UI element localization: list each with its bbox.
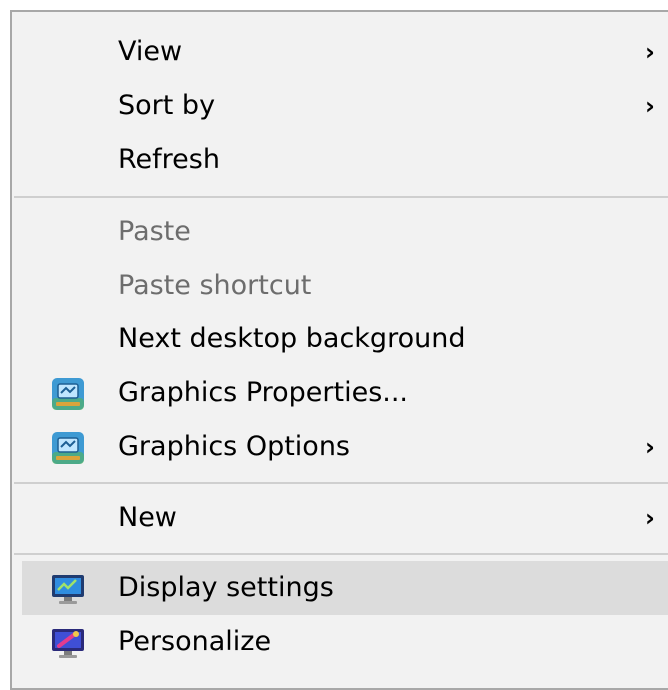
chevron-right-icon: ›: [645, 504, 655, 532]
menu-item-label: Personalize: [118, 626, 272, 657]
chevron-right-icon: ›: [645, 38, 655, 66]
chevron-right-icon: ›: [645, 433, 655, 461]
menu-item-label: New: [118, 502, 177, 533]
menu-item-label: Paste: [118, 216, 191, 247]
menu-item-sort-by[interactable]: Sort by ›: [22, 79, 668, 133]
menu-item-refresh[interactable]: Refresh: [22, 133, 668, 187]
desktop-context-menu: View › Sort by › Refresh Paste Paste sho…: [10, 10, 668, 690]
menu-item-label: Next desktop background: [118, 323, 466, 354]
menu-item-paste-shortcut[interactable]: Paste shortcut: [22, 259, 668, 313]
personalize-icon: [52, 629, 84, 658]
display-settings-icon: [52, 575, 84, 604]
menu-separator: [14, 196, 668, 198]
menu-item-graphics-options[interactable]: Graphics Options ›: [22, 420, 668, 474]
menu-item-label: Graphics Options: [118, 431, 350, 462]
menu-item-label: View: [118, 36, 183, 67]
menu-item-new[interactable]: New ›: [22, 491, 668, 545]
menu-item-label: Graphics Properties...: [118, 377, 409, 408]
menu-separator: [14, 553, 668, 555]
menu-item-label: Display settings: [118, 572, 334, 603]
menu-item-paste[interactable]: Paste: [22, 205, 668, 259]
menu-item-next-desktop-background[interactable]: Next desktop background: [22, 312, 668, 366]
chevron-right-icon: ›: [645, 92, 655, 120]
menu-separator: [14, 482, 668, 484]
menu-item-display-settings[interactable]: Display settings: [22, 561, 668, 615]
menu-item-view[interactable]: View ›: [22, 25, 668, 79]
menu-item-label: Sort by: [118, 90, 216, 121]
menu-item-label: Refresh: [118, 144, 220, 175]
menu-item-graphics-properties[interactable]: Graphics Properties...: [22, 366, 668, 420]
menu-item-personalize[interactable]: Personalize: [22, 615, 668, 669]
graphics-properties-icon: [52, 378, 84, 410]
graphics-options-icon: [52, 432, 84, 464]
menu-item-label: Paste shortcut: [118, 270, 312, 301]
